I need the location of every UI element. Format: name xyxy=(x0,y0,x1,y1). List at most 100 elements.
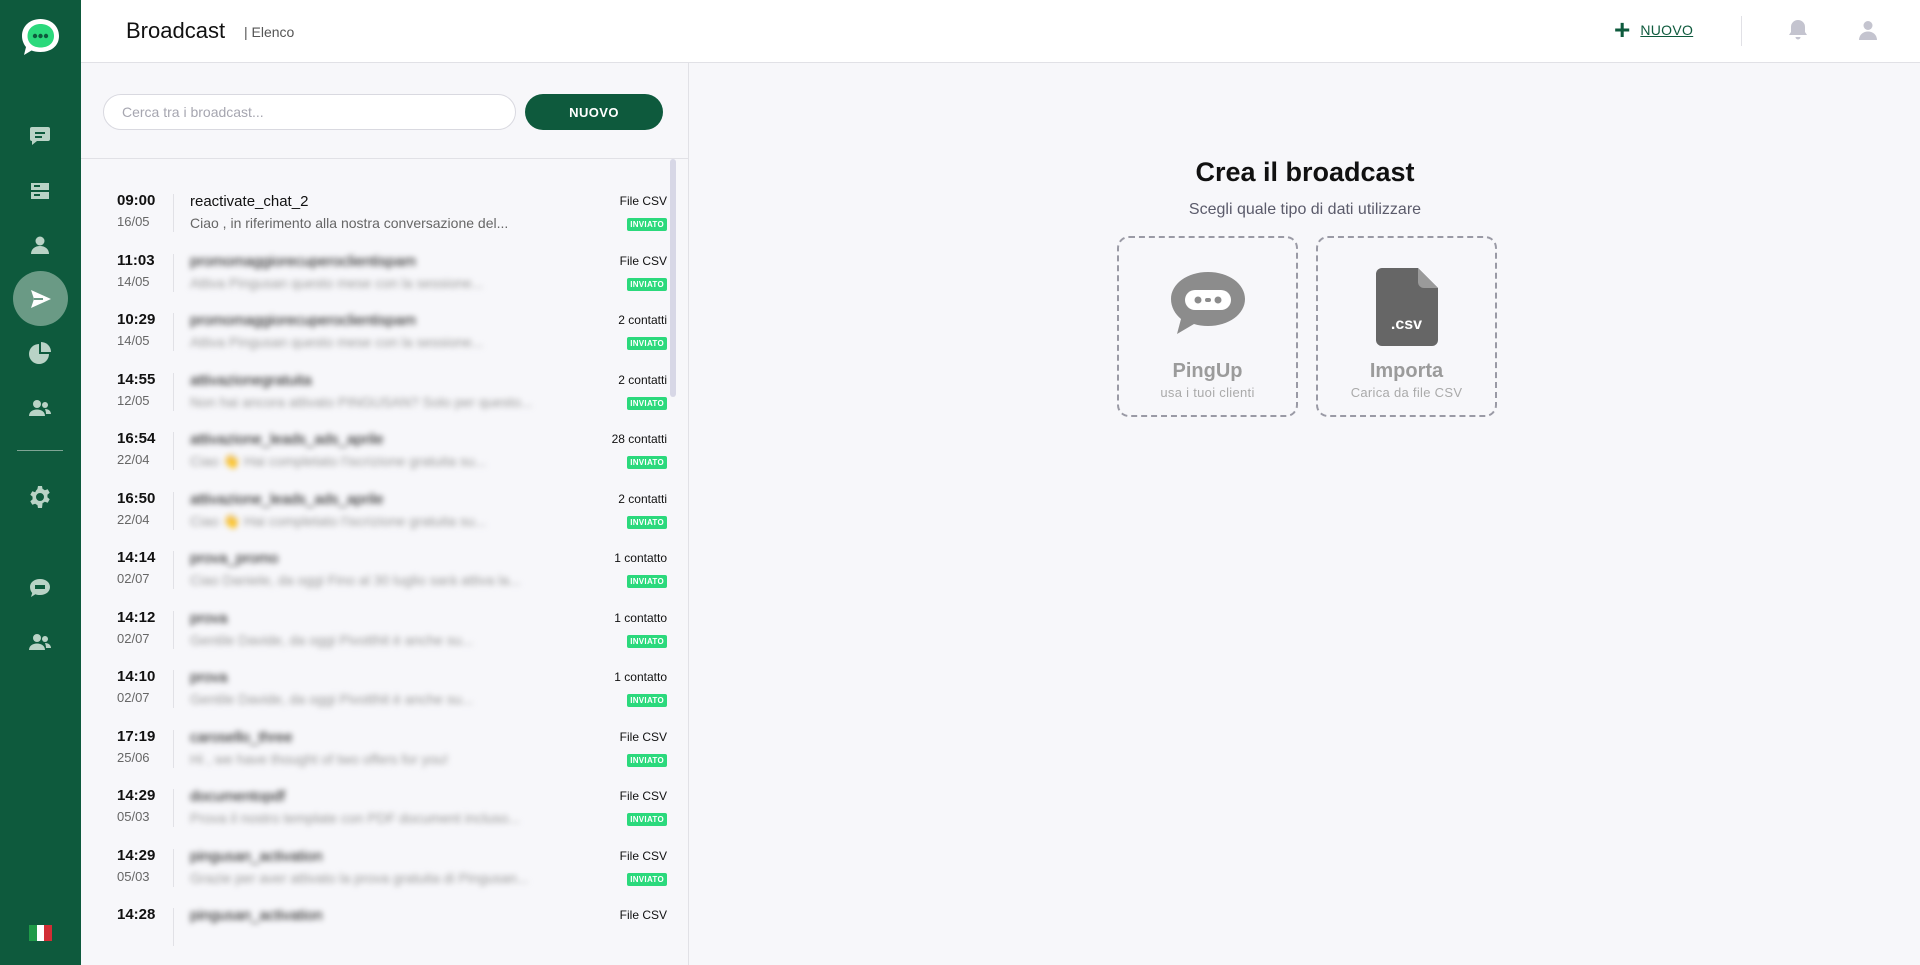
app-logo[interactable] xyxy=(20,17,61,58)
broadcast-row[interactable]: 14:28 pingusan_activation File CSV xyxy=(81,899,667,958)
broadcast-row[interactable]: 14:10 02/07 prova Gentile Davide, da oggi P… xyxy=(81,661,667,720)
row-time: 14:28 xyxy=(117,906,156,923)
row-recipients: 2 contatti xyxy=(618,372,667,387)
row-time: 16:54 xyxy=(117,430,156,447)
pingup-card-title: PingUp xyxy=(1172,360,1243,382)
row-date: 05/03 xyxy=(117,868,150,884)
row-date: 02/07 xyxy=(117,630,150,646)
status-badge: INVIATO xyxy=(627,575,667,588)
status-badge: INVIATO xyxy=(627,218,667,231)
row-divider xyxy=(173,551,174,589)
broadcast-row[interactable]: 14:29 05/03 pingusan_activation Grazie per … xyxy=(81,840,667,899)
broadcast-row[interactable]: 10:29 14/05 promomaggiorecuperoclientispam… xyxy=(81,304,667,363)
row-recipients: 1 contatto xyxy=(614,670,667,684)
row-preview: Ciao 👋 Hai completato l'iscrizione gratu… xyxy=(190,512,487,529)
broadcast-row[interactable]: 14:29 05/03 documentopdf Prova il nostro te… xyxy=(81,780,667,839)
row-name: attivazione_leads_ads_aprile xyxy=(190,431,384,448)
users-icon[interactable] xyxy=(24,392,56,424)
row-name: promomaggiorecuperoclientispam xyxy=(190,252,416,270)
row-recipients: File CSV xyxy=(619,908,667,922)
row-preview: Ciao Daniele, da oggi Fino al 30 luglio … xyxy=(190,572,521,588)
row-name: reactivate_chat_2 xyxy=(190,193,309,210)
row-date: 05/03 xyxy=(117,809,150,824)
row-name: attivazionegratuita xyxy=(190,371,312,389)
row-date: 02/07 xyxy=(117,690,150,705)
broadcast-row[interactable]: 16:54 22/04 attivazione_leads_ads_aprile Ci… xyxy=(81,423,667,482)
status-badge: INVIATO xyxy=(627,813,667,826)
search-input[interactable] xyxy=(103,94,516,130)
row-time: 14:55 xyxy=(117,370,156,388)
row-recipients: File CSV xyxy=(619,848,667,863)
row-divider xyxy=(173,194,174,232)
row-divider xyxy=(173,908,174,946)
sidebar xyxy=(0,0,81,965)
row-recipients: 1 contatto xyxy=(614,610,667,625)
broadcast-row[interactable]: 17:19 25/06 carosello_three Hi , we have th… xyxy=(81,721,667,780)
row-preview: Gentile Davide, da oggi Pivotthit è anch… xyxy=(190,631,474,648)
row-date: 12/05 xyxy=(117,392,150,408)
row-name: pingusan_activation xyxy=(190,847,323,865)
row-divider xyxy=(173,789,174,827)
row-preview: Prova il nostro template con PDF documen… xyxy=(190,810,520,826)
italian-flag-icon[interactable] xyxy=(29,925,53,941)
broadcast-row[interactable]: 14:14 02/07 prova_promo Ciao Daniele, da og… xyxy=(81,542,667,601)
user-icon[interactable] xyxy=(24,229,56,261)
header-new-button[interactable]: + NUOVO xyxy=(1614,14,1693,45)
import-card[interactable]: .csv Importa Carica da file CSV xyxy=(1316,236,1497,417)
row-date: 14/05 xyxy=(117,333,150,348)
row-divider xyxy=(173,372,174,411)
row-divider xyxy=(173,670,174,708)
row-preview: Ciao 👋 Hai completato l'iscrizione gratu… xyxy=(190,453,487,469)
status-badge: INVIATO xyxy=(627,396,667,410)
row-divider xyxy=(173,491,174,530)
row-date: 16/05 xyxy=(117,214,150,229)
row-name: documentopdf xyxy=(190,788,286,805)
pie-chart-icon[interactable] xyxy=(24,337,56,369)
row-time: 14:29 xyxy=(117,787,156,804)
broadcast-row[interactable]: 14:12 02/07 prova Gentile Davide, da oggi P… xyxy=(81,602,667,661)
row-time: 16:50 xyxy=(117,489,156,507)
status-badge: INVIATO xyxy=(627,753,667,767)
plus-icon: + xyxy=(1614,14,1631,45)
status-badge: INVIATO xyxy=(627,337,667,350)
breadcrumb: | Elenco xyxy=(244,24,295,40)
row-name: prova xyxy=(190,669,228,686)
broadcast-row[interactable]: 09:00 16/05 reactivate_chat_2 Ciao , in rif… xyxy=(81,185,667,244)
row-time: 14:10 xyxy=(117,668,156,685)
send-icon[interactable] xyxy=(13,271,68,326)
top-header: Broadcast | Elenco + NUOVO xyxy=(81,0,1920,63)
chat-icon[interactable] xyxy=(24,120,56,152)
row-name: prova_promo xyxy=(190,550,279,567)
new-broadcast-button[interactable]: NUOVO xyxy=(525,94,663,130)
list-scrollbar[interactable] xyxy=(670,159,676,397)
row-recipients: 28 contatti xyxy=(611,432,667,446)
import-card-subtitle: Carica da file CSV xyxy=(1350,385,1463,400)
broadcast-row[interactable]: 11:03 14/05 promomaggiorecuperoclientispam… xyxy=(81,245,667,304)
chat-bubble-icon xyxy=(1168,268,1248,345)
gear-icon[interactable] xyxy=(24,481,56,513)
row-date: 22/04 xyxy=(117,452,150,467)
row-divider xyxy=(173,610,174,649)
row-name: promomaggiorecuperoclientispam xyxy=(190,312,416,329)
row-date: 14/05 xyxy=(117,273,150,289)
row-time: 09:00 xyxy=(117,192,156,209)
bell-icon[interactable] xyxy=(1786,18,1810,42)
create-broadcast-title: Crea il broadcast xyxy=(1195,157,1415,187)
status-badge: INVIATO xyxy=(627,634,667,648)
profile-icon[interactable] xyxy=(1856,18,1880,42)
broadcast-row[interactable]: 14:55 12/05 attivazionegratuita Non hai anc… xyxy=(81,364,667,423)
row-preview: Grazie per aver attivato la prova gratui… xyxy=(190,869,529,886)
inbox-icon[interactable] xyxy=(24,175,56,207)
status-badge: INVIATO xyxy=(627,872,667,886)
page-title: Broadcast xyxy=(126,18,226,43)
pingup-card[interactable]: PingUp usa i tuoi clienti xyxy=(1117,236,1298,417)
row-preview: Non hai ancora attivato PINGUSAN? Solo p… xyxy=(190,393,533,410)
row-divider xyxy=(173,848,174,887)
status-badge: INVIATO xyxy=(627,277,667,291)
row-name: attivazione_leads_ads_aprile xyxy=(190,490,384,508)
broadcast-row[interactable]: 16:50 22/04 attivazione_leads_ads_aprile Ci… xyxy=(81,483,667,542)
agents-icon[interactable] xyxy=(24,626,56,658)
broadcast-list-panel: NUOVO 09:00 16/05 reactivate_chat_2 Ciao , … xyxy=(81,63,689,965)
bot-icon[interactable] xyxy=(24,572,56,604)
row-recipients: 1 contatto xyxy=(614,551,667,565)
